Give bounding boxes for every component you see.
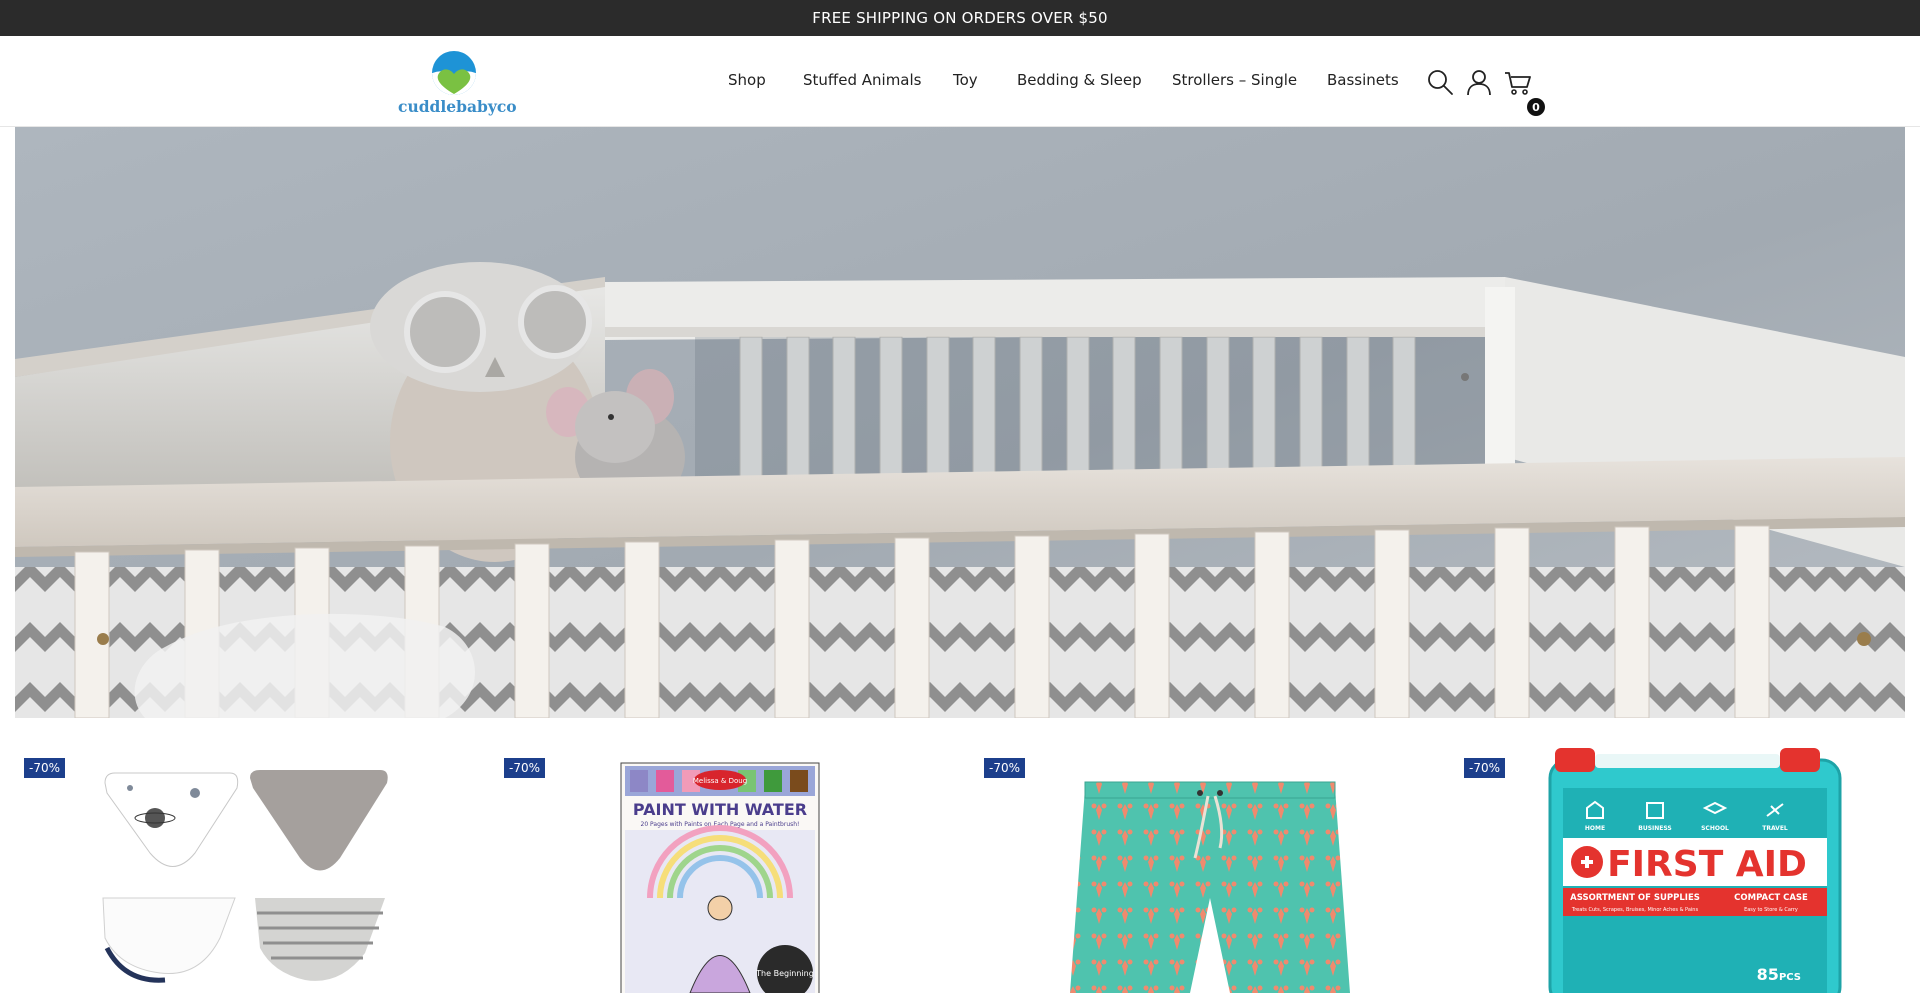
svg-text:PAINT WITH WATER: PAINT WITH WATER <box>633 800 807 819</box>
nav-item-bassinets[interactable]: Bassinets <box>1327 71 1399 89</box>
discount-badge: -70% <box>504 758 546 778</box>
product-image-bibs <box>102 770 388 983</box>
site-header: cuddlebabyco Shop Stuffed Animals Toy Be… <box>0 36 1920 127</box>
svg-text:COMPACT CASE: COMPACT CASE <box>1734 893 1808 903</box>
svg-text:ASSORTMENT OF SUPPLIES: ASSORTMENT OF SUPPLIES <box>1570 893 1700 903</box>
account-icon[interactable] <box>1465 68 1493 96</box>
cart-icon[interactable] <box>1504 68 1532 96</box>
hero-image <box>15 127 1905 718</box>
svg-text:Easy to Store & Carry: Easy to Store & Carry <box>1744 907 1798 913</box>
nav-item-toy[interactable]: Toy <box>953 71 978 89</box>
svg-text:TRAVEL: TRAVEL <box>1762 825 1788 832</box>
search-icon[interactable] <box>1426 68 1454 96</box>
product-image-paint-book: Melissa & Doug PAINT WITH WATER 20 Pages… <box>620 762 820 993</box>
discount-badge: -70% <box>24 758 66 778</box>
nav-item-stuffed-animals[interactable]: Stuffed Animals <box>803 71 921 89</box>
nav-item-bedding-sleep[interactable]: Bedding & Sleep <box>1017 71 1142 89</box>
product-card[interactable]: -70% <box>15 718 465 993</box>
discount-badge: -70% <box>1464 758 1506 778</box>
discount-badge: -70% <box>984 758 1026 778</box>
product-card[interactable]: -70% HOME BUSINESS SCHOOL TRAVEL FIRST A… <box>1455 718 1905 993</box>
main-nav: Shop Stuffed Animals Toy Bedding & Sleep… <box>0 36 1920 126</box>
svg-text:FIRST AID: FIRST AID <box>1607 844 1807 885</box>
product-card[interactable]: -70% <box>975 718 1425 993</box>
nav-item-shop[interactable]: Shop <box>728 71 766 89</box>
product-grid: -70% -70% Melissa & Doug PAINT WITH WATE… <box>0 718 1920 993</box>
svg-text:HOME: HOME <box>1585 825 1605 832</box>
product-card[interactable]: -70% Melissa & Doug PAINT WITH WATER 20 … <box>495 718 945 993</box>
announcement-text: FREE SHIPPING ON ORDERS OVER $50 <box>812 9 1108 27</box>
hero-banner[interactable] <box>15 127 1905 718</box>
svg-text:Melissa & Doug: Melissa & Doug <box>693 777 747 785</box>
cart-count-badge: 0 <box>1527 98 1545 116</box>
product-image-swim-trunks <box>1070 781 1350 993</box>
svg-text:SCHOOL: SCHOOL <box>1701 825 1729 832</box>
svg-text:BUSINESS: BUSINESS <box>1638 825 1672 832</box>
svg-text:The Beginning: The Beginning <box>755 969 814 978</box>
svg-text:Treats Cuts, Scrapes, Bruises,: Treats Cuts, Scrapes, Bruises, Minor Ach… <box>1571 907 1699 913</box>
product-image-first-aid-kit: HOME BUSINESS SCHOOL TRAVEL FIRST AID AS… <box>1548 748 1842 993</box>
announcement-bar: FREE SHIPPING ON ORDERS OVER $50 <box>0 0 1920 36</box>
nav-item-strollers-single[interactable]: Strollers – Single <box>1172 71 1297 89</box>
